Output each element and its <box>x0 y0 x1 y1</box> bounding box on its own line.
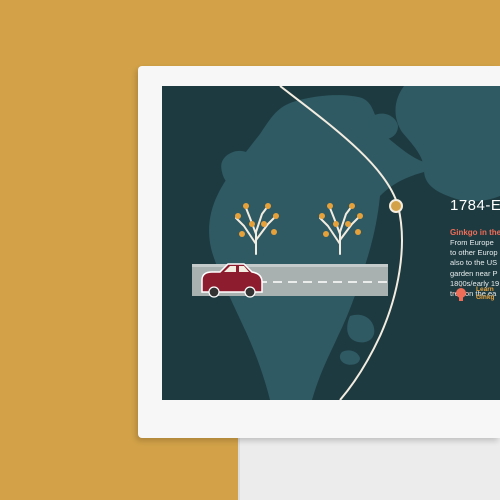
learn-more-button[interactable]: Learn Ginkg <box>452 284 500 306</box>
circle-marker-icon[interactable] <box>389 199 403 213</box>
landmass-north-america <box>209 95 424 400</box>
era-title: 1784-Ea <box>450 197 500 214</box>
learn-more-line: Ginkg <box>476 294 495 301</box>
learn-more-label: Learn Ginkg <box>476 286 494 302</box>
body-line: From Europe <box>450 238 494 247</box>
lightbulb-icon <box>453 286 469 301</box>
kiosk-screen: 1784-Ea Ginkgo in the From Europe to oth… <box>162 86 500 400</box>
era-subtitle: Ginkgo in the <box>450 228 500 237</box>
landmass-gulf-coast <box>347 314 375 343</box>
landmass-greenland-region <box>395 86 500 202</box>
body-line: to other Europ <box>450 248 498 258</box>
body-line: garden near P <box>450 268 498 278</box>
learn-more-line: Learn <box>476 286 494 293</box>
kiosk-stand <box>238 438 500 500</box>
body-line: also to the US <box>450 258 498 268</box>
landmass-caribbean <box>339 350 360 365</box>
